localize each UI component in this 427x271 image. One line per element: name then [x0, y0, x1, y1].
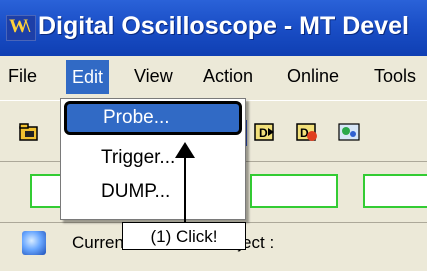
connect-icon[interactable] — [332, 115, 368, 151]
menu-file[interactable]: File — [8, 66, 37, 87]
menu-edit[interactable]: Edit — [66, 60, 110, 94]
menu-action[interactable]: Action — [203, 66, 253, 87]
open-folder-icon[interactable] — [12, 115, 48, 151]
run-hand-icon[interactable]: D — [290, 115, 326, 151]
annotation-arrow-line — [184, 150, 186, 222]
menu-tools[interactable]: Tools — [374, 66, 416, 87]
menu-view[interactable]: View — [134, 66, 173, 87]
window-title: Digital Oscilloscope - MT Devel — [38, 12, 409, 40]
value-field-2[interactable] — [250, 174, 338, 208]
value-field-1[interactable] — [30, 174, 62, 208]
click-callout: (1) Click! — [122, 222, 246, 250]
edit-menu-dropdown: Probe... Trigger... DUMP... — [60, 98, 246, 220]
menu-item-dump[interactable]: DUMP... — [69, 177, 237, 207]
menu-item-trigger[interactable]: Trigger... — [69, 143, 237, 173]
title-bar: W\ Digital Oscilloscope - MT Devel — [0, 0, 427, 56]
svg-text:D: D — [259, 126, 268, 140]
probe-icon[interactable]: D — [248, 115, 284, 151]
annotation-arrow-head-icon — [175, 142, 195, 158]
settings-gear-icon[interactable] — [22, 231, 46, 255]
app-logo-icon: W\ — [6, 15, 36, 41]
menu-online[interactable]: Online — [287, 66, 339, 87]
menu-item-probe[interactable]: Probe... — [64, 101, 242, 135]
value-field-3[interactable] — [363, 174, 427, 208]
menu-bar: File Edit View Action Online Tools — [0, 58, 427, 96]
